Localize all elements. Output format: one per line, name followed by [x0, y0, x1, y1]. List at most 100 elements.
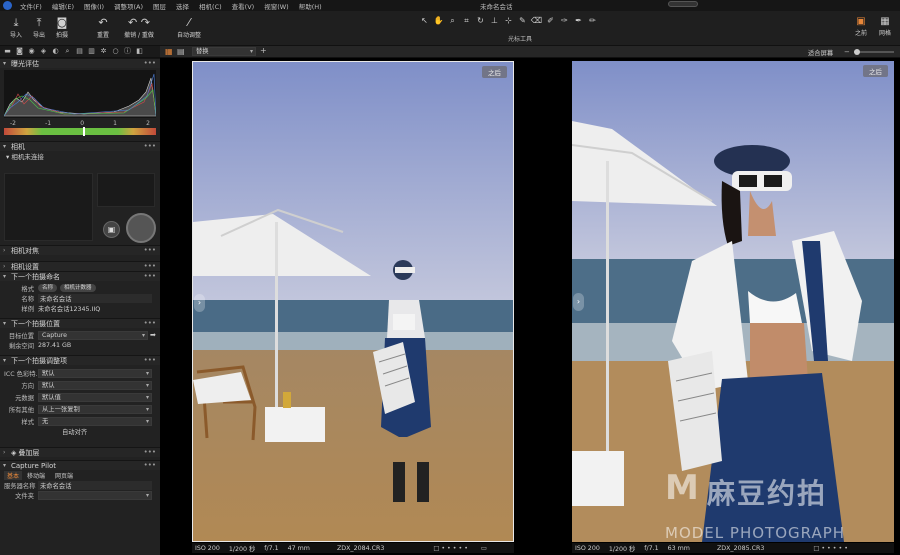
exposure-tab-icon[interactable]: ◐ [51, 47, 60, 56]
zoom-out-icon[interactable]: − [844, 48, 850, 56]
styles-tab-icon[interactable]: ◧ [135, 47, 144, 56]
spot-icon[interactable]: ✐ [544, 15, 557, 27]
naming-sample-row: 样例 未命名会话12345.IIQ [0, 303, 160, 313]
tab-basic[interactable]: 基本 [4, 470, 23, 480]
menu-select[interactable]: 选择 [171, 1, 194, 11]
after-badge-right[interactable]: 之后 [863, 65, 888, 77]
output-tab-icon[interactable]: ▥ [87, 47, 96, 56]
menu-layers[interactable]: 图层 [148, 1, 171, 11]
viewer-list-icon[interactable]: ▤ [177, 47, 185, 56]
info-tab-icon[interactable]: ⓘ [123, 47, 132, 56]
menu-window[interactable]: 视窗(W) [259, 1, 294, 11]
rating-dots-right[interactable]: □ • • • • • [813, 545, 848, 552]
clone-icon[interactable]: ✑ [558, 15, 571, 27]
camera-focus-header[interactable]: › 相机对焦 ••• [0, 245, 160, 255]
heal-icon[interactable]: ✒ [572, 15, 585, 27]
select-cursor-icon[interactable]: ↖ [418, 15, 431, 27]
token-name[interactable]: 名称 [38, 284, 58, 292]
grid-button[interactable]: ▦ 网格 [874, 16, 896, 37]
picker-icon[interactable]: ⊹ [502, 15, 515, 27]
histogram [3, 70, 157, 118]
crop-icon[interactable]: ⌗ [460, 15, 473, 27]
undo-redo-button[interactable]: ↶ ↷ 撤销 / 重做 [124, 16, 154, 39]
server-name-input[interactable]: 未命名会话 [38, 480, 152, 490]
more-options-icon[interactable]: ••• [144, 142, 156, 150]
keystone-icon[interactable]: ⊥ [488, 15, 501, 27]
detail-tab-icon[interactable]: ⌕ [63, 47, 72, 56]
next-naming-header[interactable]: ▾ 下一个拍摄命名 ••• [0, 271, 160, 281]
iso-right: ISO 200 [575, 544, 600, 552]
annotate-icon[interactable]: ✏ [586, 15, 599, 27]
menu-edit[interactable]: 编辑(E) [47, 1, 79, 11]
settings-tab-icon[interactable]: ✲ [99, 47, 108, 56]
folder-select[interactable] [38, 490, 152, 500]
before-button[interactable]: ▣ 之前 [850, 16, 872, 37]
capture-tab-icon[interactable]: ◙ [15, 47, 24, 56]
shutter-button[interactable] [126, 213, 156, 243]
more-options-icon[interactable]: ••• [144, 461, 156, 469]
rating-dots-left[interactable]: □ • • • • • [433, 545, 468, 552]
adjust-select-style[interactable]: 无 [38, 416, 152, 426]
metadata-tab-icon[interactable]: ▤ [75, 47, 84, 56]
folder-row: 文件夹 [0, 490, 160, 500]
tab-web[interactable]: 网页端 [50, 471, 78, 480]
brush-icon[interactable]: ✎ [516, 15, 529, 27]
menu-help[interactable]: 帮助(H) [294, 1, 327, 11]
live-view-button[interactable]: ▣ [103, 221, 120, 238]
menu-image[interactable]: 图像(I) [79, 1, 109, 11]
photo-left[interactable]: 之后 › [192, 61, 514, 542]
next-location-header[interactable]: ▾ 下一个拍摄位置 ••• [0, 318, 160, 328]
auto-adjust-button[interactable]: ⁄ 自动调整 [177, 16, 201, 39]
camera-settings-header[interactable]: › 相机设置 ••• [0, 261, 160, 271]
color-tab-icon[interactable]: ◈ [39, 47, 48, 56]
adjust-select-others[interactable]: 从上一张复制 [38, 404, 152, 414]
auto-align-button[interactable]: 自动对齐 [0, 427, 160, 439]
fit-screen-label[interactable]: 适合屏幕 [808, 48, 833, 57]
next-adjustments-header[interactable]: ▾ 下一个拍摄调整项 ••• [0, 355, 160, 365]
naming-name-input[interactable]: 未命名会话 [38, 293, 152, 303]
camera-header[interactable]: ▾ 相机 ••• [0, 141, 160, 151]
more-options-icon[interactable]: ••• [144, 262, 156, 270]
arrow-right-icon[interactable]: ➡ [150, 331, 160, 339]
more-options-icon[interactable]: ••• [144, 319, 156, 327]
capture-button[interactable]: ◙ 拍摄 [51, 16, 73, 39]
more-options-icon[interactable]: ••• [144, 59, 156, 67]
adjust-select-metadata[interactable]: 默认值 [38, 392, 152, 402]
add-view-icon[interactable]: + [260, 46, 267, 55]
viewer-grid-icon[interactable]: ▦ [165, 47, 173, 56]
naming-format-tokens[interactable]: 名称 相机计数器 [38, 284, 160, 292]
zoom-icon[interactable]: ⌕ [446, 15, 459, 27]
zoom-slider[interactable] [854, 49, 894, 55]
destination-select[interactable]: Capture [38, 330, 148, 340]
lens-tab-icon[interactable]: ◉ [27, 47, 36, 56]
more-options-icon[interactable]: ••• [144, 356, 156, 364]
overlay-header[interactable]: › ◈ 叠加层 ••• [0, 447, 160, 457]
color-tag-left-icon[interactable]: ▭ [481, 545, 487, 552]
photo-right-image [572, 61, 894, 542]
batch-tab-icon[interactable]: ○ [111, 47, 120, 56]
menu-camera[interactable]: 相机(C) [194, 1, 227, 11]
zoom-slider-handle[interactable] [854, 49, 860, 55]
rotate-icon[interactable]: ↻ [474, 15, 487, 27]
folder-tab-icon[interactable]: ▬ [3, 47, 12, 56]
tab-mobile[interactable]: 移动端 [22, 471, 50, 480]
more-options-icon[interactable]: ••• [144, 246, 156, 254]
view-mode-select[interactable]: 替换 [192, 47, 256, 56]
menu-adjustments[interactable]: 调整项(A) [109, 1, 148, 11]
prev-arrow-right-icon[interactable]: › [573, 293, 584, 311]
exposure-evaluation-header[interactable]: ▾ 曝光评估 ••• [0, 58, 160, 68]
prev-arrow-left-icon[interactable]: › [194, 294, 205, 312]
adjust-select-icc[interactable]: 默认 [38, 368, 152, 378]
menu-view[interactable]: 查看(V) [227, 1, 260, 11]
menu-file[interactable]: 文件(F) [15, 1, 47, 11]
pan-hand-icon[interactable]: ✋ [432, 15, 445, 27]
eraser-icon[interactable]: ⌫ [530, 15, 543, 27]
adjust-select-orientation[interactable]: 默认 [38, 380, 152, 390]
reset-button[interactable]: ↶ 重置 [92, 16, 114, 39]
after-badge-left[interactable]: 之后 [482, 66, 507, 78]
photo-right[interactable]: 之后 › [572, 61, 894, 542]
more-options-icon[interactable]: ••• [144, 448, 156, 456]
more-options-icon[interactable]: ••• [144, 272, 156, 280]
capture-pilot-header[interactable]: ▾ Capture Pilot ••• [0, 460, 160, 470]
token-counter[interactable]: 相机计数器 [60, 284, 96, 292]
